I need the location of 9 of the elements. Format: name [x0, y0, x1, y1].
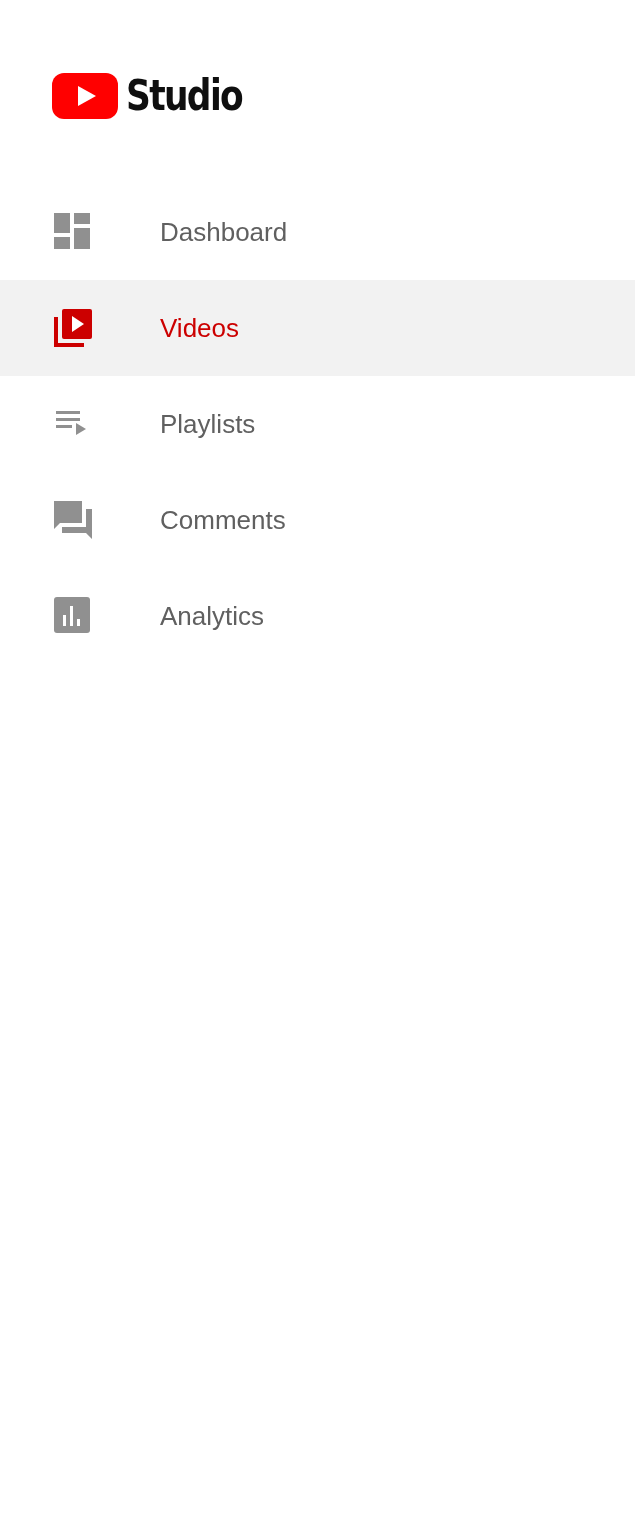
sidebar-item[interactable]: Dashboard — [0, 184, 635, 280]
comments-icon — [52, 499, 92, 541]
sidebar-item[interactable]: Videos — [0, 280, 635, 376]
play-logo-icon — [52, 73, 118, 119]
sidebar-item[interactable]: Playlists — [0, 376, 635, 472]
logo-text: Studio — [126, 75, 243, 117]
video-stack-icon — [52, 307, 92, 349]
sidebar-item[interactable]: Analytics — [0, 568, 635, 664]
sidebar-item[interactable]: Comments — [0, 472, 635, 568]
